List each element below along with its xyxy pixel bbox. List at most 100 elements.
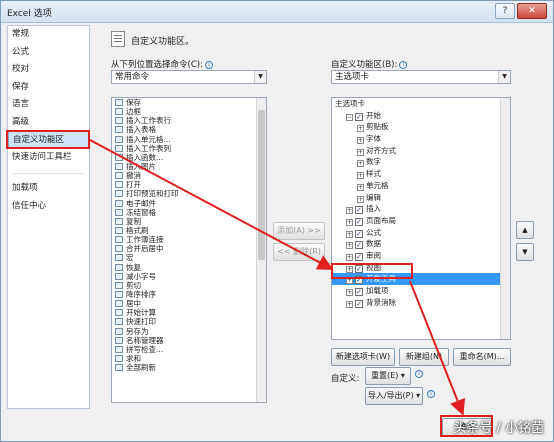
command-label: 合并后居中 (126, 244, 164, 254)
command-item[interactable]: 边框▸ (112, 107, 266, 116)
ribbon-tree-item[interactable]: + ✓ 加载项 (332, 285, 510, 297)
expand-icon[interactable]: + (357, 160, 364, 168)
nav-quick-access-toolbar[interactable]: 快速访问工具栏 (8, 149, 89, 167)
ribbon-tree-item[interactable]: + ✓ 数据 (332, 238, 510, 250)
expand-icon[interactable]: + (346, 230, 353, 238)
command-item[interactable]: 全部刷新 (112, 363, 266, 372)
command-item[interactable]: 合并后居中 (112, 244, 266, 253)
commands-list-scrollbar[interactable] (256, 98, 266, 402)
help-button[interactable]: ? (495, 3, 515, 19)
ribbon-tree[interactable]: 主选项卡 − ✓ 开始 + 剪贴板 + 字体 + 对齐方式 + 数字 + 样式 + 单元格 + 编辑 + ✓ 插入 + ✓ 页… (331, 97, 511, 340)
ribbon-tree-label: 插入 (366, 204, 381, 214)
nav-add-ins[interactable]: 加载项 (8, 180, 89, 198)
command-item[interactable]: 求和 (112, 354, 266, 363)
nav-formulas[interactable]: 公式 (8, 44, 89, 62)
rename-button[interactable]: 重命名(M)... (453, 348, 511, 366)
nav-proofing[interactable]: 校对 (8, 61, 89, 79)
ribbon-tree-item[interactable]: + ✓ 背景消除 (332, 297, 510, 309)
ribbon-tree-item[interactable]: + 数字 (332, 156, 510, 168)
command-item[interactable]: 居中 (112, 299, 266, 308)
move-up-button[interactable]: ▲ (516, 221, 534, 239)
command-label: 居中 (126, 299, 141, 309)
ribbon-tree-item[interactable]: − ✓ 开始 (332, 110, 510, 122)
expand-icon[interactable]: + (346, 289, 353, 296)
choose-commands-combo[interactable]: 常用命令 ▼ (111, 70, 267, 84)
command-item[interactable]: 插入单元格... (112, 135, 266, 144)
expand-icon[interactable]: + (346, 207, 353, 215)
new-group-button[interactable]: 新建组(N) (399, 348, 449, 366)
command-item[interactable]: 电子邮件 (112, 199, 266, 208)
expand-icon[interactable]: + (357, 183, 364, 191)
tab-checkbox[interactable]: ✓ (355, 217, 363, 226)
commands-list[interactable]: 保存边框▸插入工作表行插入表格插入单元格...插入工作表列插入函数...插入图片… (111, 97, 267, 403)
expand-icon[interactable]: + (357, 195, 364, 203)
chevron-down-icon[interactable]: ▼ (254, 71, 266, 83)
close-button[interactable]: ✕ (517, 3, 547, 19)
nav-trust-center[interactable]: 信任中心 (8, 198, 89, 216)
nav-language[interactable]: 语言 (8, 96, 89, 114)
nav-advanced[interactable]: 高级 (8, 114, 89, 132)
command-item[interactable]: 保存 (112, 98, 266, 107)
command-item[interactable]: 冻结窗格▸ (112, 208, 266, 217)
expand-icon[interactable]: + (346, 300, 353, 308)
command-item[interactable]: 宏 (112, 253, 266, 262)
expand-icon[interactable]: + (346, 242, 353, 250)
tab-checkbox[interactable]: ✓ (355, 241, 363, 250)
collapse-icon[interactable]: − (346, 113, 353, 121)
command-item[interactable]: 开始计算 (112, 308, 266, 317)
remove-button[interactable]: << 删除(R) (273, 243, 325, 261)
command-icon (115, 272, 123, 280)
command-item[interactable]: 降序排序 (112, 290, 266, 299)
ribbon-tabs-combo[interactable]: 主选项卡 ▼ (331, 70, 511, 84)
command-item[interactable]: 插入工作表列 (112, 144, 266, 153)
ribbon-tree-item[interactable]: + ✓ 插入 (332, 203, 510, 215)
expand-icon[interactable]: + (357, 137, 364, 145)
command-item[interactable]: 插入表格 (112, 125, 266, 134)
command-item[interactable]: 格式刷 (112, 226, 266, 235)
command-item[interactable]: 插入函数... (112, 153, 266, 162)
import-export-button[interactable]: 导入/导出(P) ▾ (365, 387, 423, 405)
command-item[interactable]: 恢复▸ (112, 263, 266, 272)
ribbon-tree-item[interactable]: + ✓ 页面布局 (332, 215, 510, 227)
expand-icon[interactable]: + (357, 148, 364, 156)
command-item[interactable]: 撤消▸ (112, 171, 266, 180)
ribbon-tree-item[interactable]: + 样式 (332, 168, 510, 180)
command-item[interactable]: 快速打印 (112, 317, 266, 326)
nav-save[interactable]: 保存 (8, 79, 89, 97)
command-item[interactable]: 插入图片 (112, 162, 266, 171)
tab-checkbox[interactable]: ✓ (355, 112, 363, 121)
ribbon-tree-scrollbar[interactable] (500, 98, 510, 339)
ribbon-tree-item[interactable]: + 对齐方式 (332, 145, 510, 157)
command-item[interactable]: 名称管理器 (112, 336, 266, 345)
expand-icon[interactable]: + (357, 125, 364, 133)
expand-icon[interactable]: + (346, 253, 353, 261)
command-item[interactable]: 减小字号 (112, 272, 266, 281)
ribbon-tree-item[interactable]: + ✓ 公式 (332, 227, 510, 239)
command-item[interactable]: 工作簿连接 (112, 235, 266, 244)
command-item[interactable]: 打印预览和打印 (112, 189, 266, 198)
ribbon-tree-item[interactable]: + ✓ 审阅 (332, 250, 510, 262)
move-down-button[interactable]: ▼ (516, 243, 534, 261)
tab-checkbox[interactable]: ✓ (355, 252, 363, 261)
ribbon-tree-item[interactable]: + 编辑 (332, 192, 510, 204)
add-button[interactable]: 添加(A) >> (273, 222, 325, 240)
tab-checkbox[interactable]: ✓ (355, 206, 363, 215)
command-item[interactable]: 复制 (112, 217, 266, 226)
chevron-down-icon[interactable]: ▼ (498, 71, 510, 83)
reset-button[interactable]: 重置(E) ▾ (365, 367, 411, 385)
tab-checkbox[interactable]: ✓ (355, 299, 363, 308)
ribbon-tree-item[interactable]: + 剪贴板 (332, 121, 510, 133)
scroll-thumb[interactable] (258, 110, 265, 260)
command-item[interactable]: 另存为 (112, 327, 266, 336)
tab-checkbox[interactable]: ✓ (355, 288, 363, 296)
tab-checkbox[interactable]: ✓ (355, 229, 363, 238)
expand-icon[interactable]: + (357, 172, 364, 180)
nav-general[interactable]: 常规 (8, 26, 89, 44)
expand-icon[interactable]: + (346, 218, 353, 226)
ribbon-tree-item[interactable]: 主选项卡 (332, 98, 510, 110)
command-item[interactable]: 剪切 (112, 281, 266, 290)
ribbon-tree-item[interactable]: + 单元格 (332, 180, 510, 192)
new-tab-button[interactable]: 新建选项卡(W) (331, 348, 395, 366)
command-item[interactable]: 拼写检查... (112, 345, 266, 354)
ribbon-tree-item[interactable]: + 字体 (332, 133, 510, 145)
